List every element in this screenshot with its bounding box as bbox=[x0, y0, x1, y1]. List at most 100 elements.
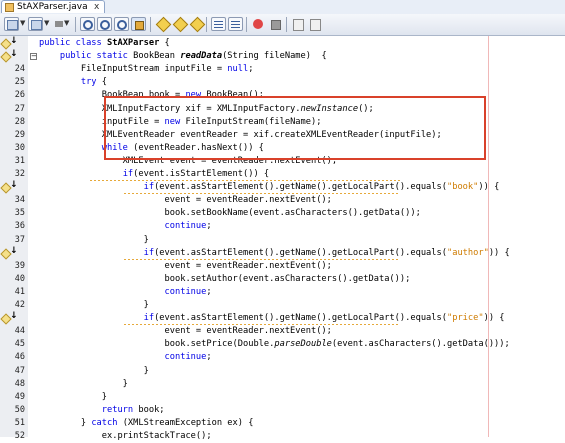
code-line[interactable]: } bbox=[39, 391, 107, 404]
line-number: 42 bbox=[14, 300, 25, 310]
fold-toggle-icon[interactable]: − bbox=[30, 53, 37, 61]
code-line[interactable]: continue; bbox=[39, 351, 212, 364]
line-number: 45 bbox=[14, 339, 25, 350]
line-number: 31 bbox=[14, 155, 25, 166]
code-line[interactable]: try { bbox=[39, 76, 107, 89]
override-marker-icon[interactable]: ↓ bbox=[0, 312, 18, 325]
code-line[interactable]: continue; bbox=[39, 286, 212, 299]
line-number: 24 bbox=[14, 64, 25, 75]
code-token: continue bbox=[164, 352, 207, 363]
code-line[interactable]: event = eventReader.nextEvent(); bbox=[39, 325, 332, 338]
tab-staxparser-java[interactable]: StAXParser.java x bbox=[1, 0, 105, 13]
close-icon[interactable]: x bbox=[94, 1, 99, 13]
override-marker-icon[interactable]: ↓ bbox=[0, 246, 18, 260]
code-line[interactable]: public class StAXParser { bbox=[39, 37, 170, 50]
code-token: book.setPrice(Double. bbox=[39, 339, 275, 350]
code-line[interactable]: book.setPrice(Double.parseDouble(event.a… bbox=[39, 338, 510, 351]
find-next-icon[interactable] bbox=[114, 17, 129, 31]
code-line[interactable]: book.setBookName(event.asCharacters().ge… bbox=[39, 207, 421, 220]
code-line[interactable]: continue; bbox=[39, 220, 212, 233]
code-token: if bbox=[143, 313, 155, 324]
record-macro-icon[interactable] bbox=[251, 17, 266, 31]
java-file-icon bbox=[5, 3, 14, 12]
code-line[interactable]: } bbox=[39, 299, 149, 312]
code-token: )) { bbox=[483, 313, 505, 324]
toolbar-separator bbox=[246, 17, 247, 32]
uncomment-icon[interactable] bbox=[308, 17, 323, 31]
chevron-down-icon[interactable]: ▼ bbox=[64, 19, 69, 27]
override-marker-icon[interactable]: ↓ bbox=[0, 37, 18, 50]
code-token: } bbox=[39, 378, 128, 389]
shift-right-icon[interactable] bbox=[228, 17, 243, 31]
code-token: book; bbox=[133, 404, 165, 415]
code-line[interactable]: } bbox=[39, 378, 128, 391]
code-token: (String fileName) { bbox=[222, 51, 327, 62]
code-token: StAXParser bbox=[107, 38, 160, 48]
editor-tab-bar: StAXParser.java x bbox=[0, 0, 565, 15]
tab-label: StAXParser.java bbox=[17, 2, 88, 12]
previous-bookmark-icon[interactable] bbox=[172, 16, 189, 33]
code-token: "book" bbox=[446, 182, 479, 193]
code-line[interactable]: event = eventReader.nextEvent(); bbox=[39, 260, 332, 273]
toggle-highlight-icon[interactable] bbox=[131, 17, 146, 31]
code-token: readData bbox=[180, 51, 223, 62]
find-previous-icon[interactable] bbox=[97, 17, 112, 31]
code-token: (event.asStartElement().getName().getLoc… bbox=[154, 313, 447, 324]
override-marker-icon[interactable]: ↓ bbox=[0, 50, 18, 63]
chevron-down-icon[interactable]: ▼ bbox=[44, 19, 49, 27]
stop-macro-icon[interactable] bbox=[268, 17, 283, 31]
arrow-down-icon: ↓ bbox=[10, 36, 18, 46]
code-token: ; bbox=[206, 286, 212, 297]
code-token: continue bbox=[164, 221, 207, 232]
last-edit-icon[interactable] bbox=[28, 17, 43, 31]
code-token: } bbox=[39, 417, 92, 428]
code-token: )) { bbox=[478, 182, 500, 193]
code-token: ; bbox=[206, 352, 212, 363]
code-token: "author" bbox=[446, 247, 489, 258]
code-token: event = eventReader.nextEvent(); bbox=[39, 195, 332, 206]
shift-left-icon[interactable] bbox=[211, 17, 226, 31]
line-number: 49 bbox=[14, 391, 25, 402]
code-token: "price" bbox=[446, 313, 484, 324]
highlight-annotation-box bbox=[104, 96, 486, 160]
code-line[interactable]: public static BookBean readData(String f… bbox=[39, 50, 327, 63]
line-number: 25 bbox=[14, 77, 25, 88]
code-token: if bbox=[143, 247, 155, 258]
code-token: FileInputStream inputFile = bbox=[39, 64, 228, 75]
code-line[interactable]: book.setAuthor(event.asCharacters().getD… bbox=[39, 273, 411, 286]
code-line[interactable]: } bbox=[39, 234, 149, 247]
code-line[interactable]: } bbox=[39, 365, 149, 378]
code-token: if bbox=[143, 182, 155, 193]
code-token: { bbox=[159, 38, 170, 48]
line-number: 34 bbox=[14, 195, 25, 206]
code-line[interactable]: event = eventReader.nextEvent(); bbox=[39, 194, 332, 207]
code-line[interactable]: FileInputStream inputFile = null; bbox=[39, 63, 254, 76]
find-selection-icon[interactable] bbox=[155, 16, 172, 33]
next-bookmark-icon[interactable] bbox=[189, 16, 206, 33]
line-number: 30 bbox=[14, 142, 25, 153]
line-number: 44 bbox=[14, 326, 25, 337]
code-line[interactable]: } catch (XMLStreamException ex) { bbox=[39, 417, 254, 430]
back-icon[interactable] bbox=[4, 17, 19, 31]
code-token: catch bbox=[91, 417, 118, 428]
find-icon[interactable] bbox=[80, 17, 95, 31]
line-number: 50 bbox=[14, 404, 25, 415]
line-number: 39 bbox=[14, 260, 25, 271]
comment-icon[interactable] bbox=[291, 17, 306, 31]
code-token: } bbox=[39, 300, 149, 310]
code-token: try bbox=[80, 77, 97, 88]
line-number: 29 bbox=[14, 129, 25, 140]
toolbar-separator bbox=[150, 17, 151, 32]
code-token: parseDouble bbox=[274, 339, 332, 350]
chevron-down-icon[interactable]: ▼ bbox=[20, 19, 25, 27]
override-marker-icon[interactable]: ↓ bbox=[0, 181, 18, 194]
line-number: 35 bbox=[14, 208, 25, 219]
code-line[interactable]: return book; bbox=[39, 404, 165, 417]
line-number: 41 bbox=[14, 286, 25, 297]
